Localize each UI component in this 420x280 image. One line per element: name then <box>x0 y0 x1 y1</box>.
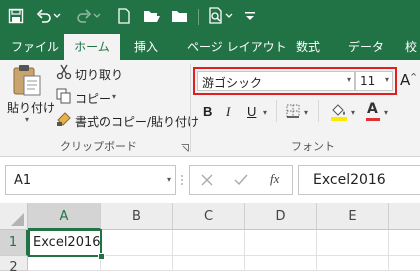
cell-d2[interactable] <box>245 256 317 271</box>
cell-e1[interactable] <box>317 230 389 256</box>
cell-c1[interactable] <box>173 230 245 256</box>
cut-label[interactable]: 切り取り <box>75 66 123 83</box>
borders-dropdown-icon[interactable]: ▾ <box>304 108 308 117</box>
column-header-c[interactable]: C <box>173 203 245 230</box>
open-icon[interactable] <box>142 6 162 26</box>
copy-label[interactable]: コピー <box>75 90 111 107</box>
tab-formulas[interactable]: 数式 <box>296 34 320 60</box>
formula-bar-grip[interactable] <box>181 170 183 190</box>
cell-b2[interactable] <box>101 256 173 271</box>
print-preview-dropdown-icon[interactable] <box>224 6 234 26</box>
select-all-button[interactable] <box>0 203 28 230</box>
font-size-value: 11 <box>360 74 376 88</box>
group-separator <box>190 64 191 152</box>
paste-dropdown-icon[interactable]: ▾ <box>25 115 29 124</box>
tab-insert[interactable]: 挿入 <box>134 34 158 60</box>
folder-icon[interactable] <box>170 6 190 26</box>
cell-a1[interactable]: Excel2016 <box>28 229 102 257</box>
clipboard-launcher-icon[interactable] <box>181 141 189 152</box>
column-header-e[interactable]: E <box>317 203 389 230</box>
cell-d1[interactable] <box>245 230 317 256</box>
format-painter-icon[interactable] <box>56 111 72 127</box>
bold-button[interactable]: B <box>203 104 212 119</box>
undo-icon[interactable] <box>34 6 54 26</box>
column-header-f[interactable] <box>389 203 420 230</box>
font-color-icon[interactable]: A <box>366 101 380 121</box>
grow-font-letter: A <box>400 71 411 89</box>
print-preview-icon[interactable] <box>206 6 226 26</box>
font-color-dropdown-icon[interactable]: ▾ <box>384 108 388 117</box>
font-separator-2 <box>318 100 319 122</box>
paste-icon[interactable] <box>8 64 48 98</box>
insert-function-icon[interactable]: fx <box>270 171 279 187</box>
customize-toolbar-icon[interactable] <box>240 6 260 26</box>
enter-icon[interactable] <box>233 173 249 187</box>
column-header-d[interactable]: D <box>245 203 317 230</box>
name-box-dropdown-icon[interactable]: ▾ <box>167 175 171 184</box>
tab-data[interactable]: データ <box>348 34 384 60</box>
italic-button[interactable]: I <box>226 104 230 120</box>
cancel-icon[interactable] <box>200 173 214 187</box>
cell-e2[interactable] <box>317 256 389 271</box>
font-size-dropdown-icon[interactable]: ▾ <box>385 75 389 84</box>
font-name-box[interactable]: 游ゴシック ▾ <box>197 71 355 91</box>
cell-b1[interactable] <box>101 230 173 256</box>
paste-label[interactable]: 貼り付け <box>7 99 55 116</box>
borders-icon[interactable] <box>286 104 300 118</box>
underline-dropdown-icon[interactable]: ▾ <box>263 108 267 117</box>
formula-input[interactable]: Excel2016 <box>298 165 420 195</box>
font-separator <box>276 100 277 122</box>
copy-icon[interactable] <box>56 88 72 104</box>
column-header-a[interactable]: A <box>28 203 101 230</box>
font-name-value: 游ゴシック <box>202 76 263 90</box>
cell-c2[interactable] <box>173 256 245 271</box>
font-color-letter: A <box>367 101 378 117</box>
save-icon[interactable] <box>6 6 26 26</box>
font-size-box[interactable]: 11 ▾ <box>355 71 393 91</box>
column-header-b[interactable]: B <box>101 203 173 230</box>
name-box[interactable]: A1 ▾ <box>5 165 176 195</box>
tab-page-layout[interactable]: ページ レイアウト <box>187 34 287 60</box>
copy-dropdown-icon[interactable]: ▾ <box>112 92 116 101</box>
fill-color-dropdown-icon[interactable]: ▾ <box>351 108 355 117</box>
redo-dropdown-icon[interactable] <box>92 6 102 26</box>
underline-button[interactable]: U <box>247 104 256 119</box>
font-name-dropdown-icon[interactable]: ▾ <box>347 75 351 84</box>
clipboard-group-label: クリップボード <box>60 140 137 153</box>
name-box-value: A1 <box>14 173 32 188</box>
cell-f1[interactable] <box>389 230 420 256</box>
formula-content: Excel2016 <box>313 172 386 188</box>
tab-home[interactable]: ホーム <box>64 34 120 60</box>
row-header-1[interactable]: 1 <box>0 230 28 256</box>
format-painter-label[interactable]: 書式のコピー/貼り付け <box>75 113 199 130</box>
cell-a2[interactable] <box>28 256 101 271</box>
cut-icon[interactable] <box>56 64 72 80</box>
cell-f2[interactable] <box>389 256 420 271</box>
new-document-icon[interactable] <box>114 6 134 26</box>
row-header-2[interactable]: 2 <box>0 256 28 275</box>
tab-review[interactable]: 校 <box>405 34 417 60</box>
font-group-label: フォント <box>291 140 335 153</box>
fill-color-icon[interactable] <box>330 102 348 122</box>
toolbar-separator <box>198 9 199 25</box>
font-color-swatch <box>366 118 380 121</box>
grow-font-icon[interactable]: A^ <box>400 71 417 89</box>
cell-a1-value: Excel2016 <box>33 235 101 250</box>
redo-icon[interactable] <box>74 6 94 26</box>
tab-file[interactable]: ファイル <box>11 34 59 60</box>
fill-handle[interactable] <box>98 253 105 260</box>
undo-dropdown-icon[interactable] <box>52 6 62 26</box>
